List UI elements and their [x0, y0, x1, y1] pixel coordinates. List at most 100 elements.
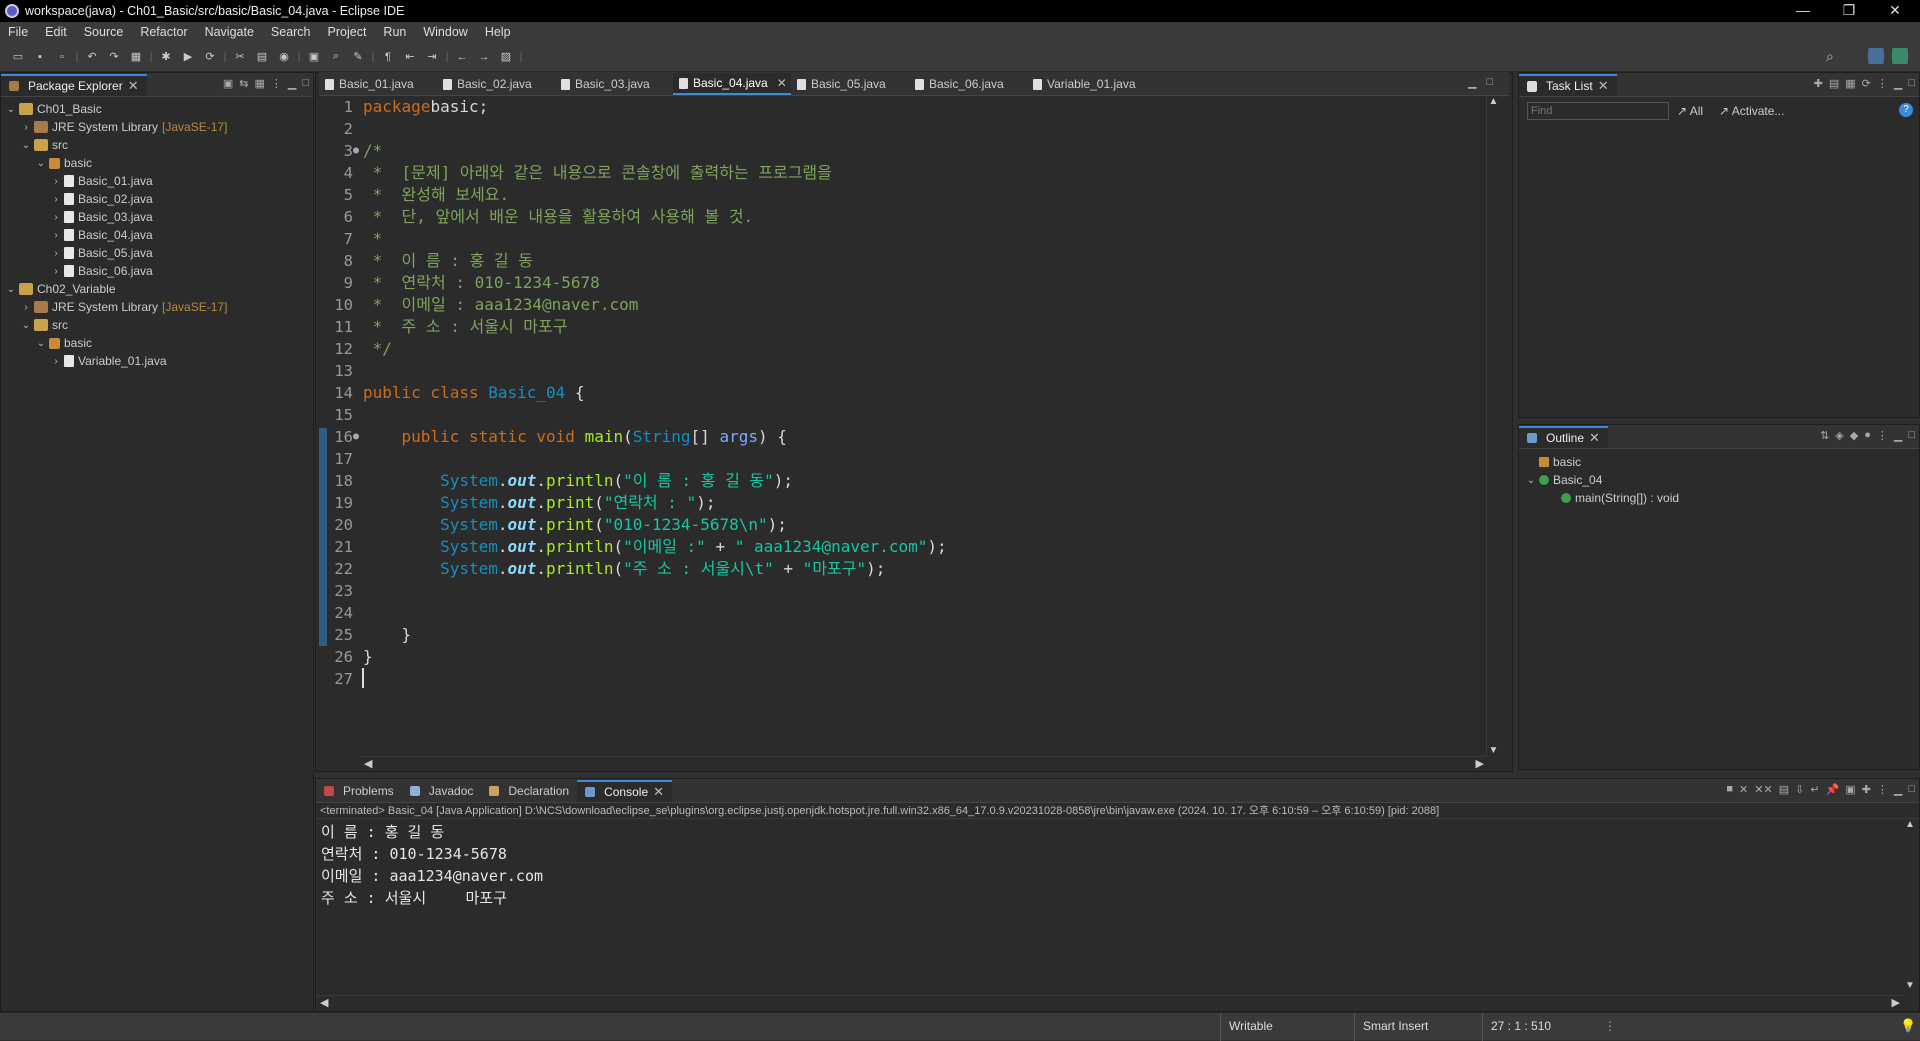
hide-nonpublic-icon[interactable]: ● — [1864, 429, 1871, 442]
new-icon[interactable]: ▭ — [8, 47, 28, 67]
all-filter-link[interactable]: ↗ All — [1677, 104, 1703, 118]
view-menu-icon[interactable]: ⋮ — [1877, 429, 1888, 442]
restore-button[interactable]: ❐ — [1826, 0, 1872, 22]
minimize-view-icon[interactable]: ▁ — [1468, 76, 1476, 89]
schedule-icon[interactable]: ▦ — [1845, 77, 1855, 90]
minimize-view-icon[interactable]: ▁ — [1894, 429, 1902, 442]
search-icon[interactable]: ⌕ — [326, 47, 346, 67]
categorize-icon[interactable]: ▤ — [1829, 77, 1839, 90]
expand-toggle-icon[interactable]: ⌄ — [20, 320, 32, 331]
minimize-view-icon[interactable]: ▁ — [1894, 783, 1902, 796]
close-icon[interactable]: ✕ — [128, 78, 139, 94]
expand-toggle-icon[interactable]: › — [50, 230, 62, 241]
debug-icon[interactable]: ✱ — [156, 47, 176, 67]
fold-marker-icon[interactable]: ● — [353, 140, 359, 162]
ext-tools-icon[interactable]: ✂ — [230, 47, 250, 67]
console-vscrollbar[interactable]: ▲ ▼ — [1903, 819, 1917, 991]
display-console-icon[interactable]: ▣ — [1845, 783, 1855, 796]
scroll-right-icon[interactable]: ▶ — [1892, 996, 1900, 1009]
tree-item[interactable]: › JRE System Library [JavaSE-17] — [1, 298, 313, 316]
expand-toggle-icon[interactable]: › — [50, 266, 62, 277]
menu-item-navigate[interactable]: Navigate — [197, 25, 263, 39]
scroll-up-icon[interactable]: ▲ — [1903, 819, 1917, 830]
back-icon[interactable]: ← — [452, 47, 472, 67]
tab-problems[interactable]: Problems — [316, 780, 402, 802]
tree-item[interactable]: › Basic_04.java — [1, 226, 313, 244]
maximize-view-icon[interactable]: □ — [1908, 77, 1915, 90]
run-ext-icon[interactable]: ⟳ — [200, 47, 220, 67]
minimize-view-icon[interactable]: ▁ — [1894, 77, 1902, 90]
prev-edit-icon[interactable]: ⇤ — [400, 47, 420, 67]
new-class-icon[interactable]: ◉ — [274, 47, 294, 67]
scroll-down-icon[interactable]: ▼ — [1903, 980, 1917, 991]
outline-item[interactable]: ⌄ Basic_04 — [1519, 471, 1919, 489]
java-perspective-icon[interactable] — [1892, 48, 1908, 64]
editor-tab[interactable]: Basic_05.java — [791, 73, 909, 95]
status-menu-icon[interactable]: ⋮ — [1604, 1019, 1616, 1033]
maximize-view-icon[interactable]: □ — [1486, 76, 1493, 89]
hide-fields-icon[interactable]: ◈ — [1835, 429, 1843, 442]
fold-marker-icon[interactable]: ● — [353, 426, 359, 448]
tab-package-explorer[interactable]: Package Explorer ✕ — [1, 74, 147, 96]
find-task-input[interactable] — [1527, 102, 1669, 120]
filter-icon[interactable]: ▦ — [254, 77, 264, 90]
expand-toggle-icon[interactable]: › — [50, 356, 62, 367]
scroll-up-icon[interactable]: ▲ — [1487, 96, 1500, 107]
perspective-icon[interactable] — [1868, 48, 1884, 64]
tree-item[interactable]: ⌄ Ch02_Variable — [1, 280, 313, 298]
pin-console-icon[interactable]: 📌 — [1826, 783, 1840, 796]
tab-declaration[interactable]: Declaration — [481, 780, 577, 802]
tab-console[interactable]: Console ✕ — [577, 780, 673, 802]
scroll-lock-icon[interactable]: ⇩ — [1795, 783, 1804, 796]
expand-toggle-icon[interactable]: ⌄ — [20, 140, 32, 151]
editor-tab[interactable]: Basic_01.java — [319, 73, 437, 95]
tree-item[interactable]: › Variable_01.java — [1, 352, 313, 370]
menu-item-project[interactable]: Project — [320, 25, 376, 39]
expand-toggle-icon[interactable]: › — [50, 212, 62, 223]
outline-item[interactable]: basic — [1519, 453, 1919, 471]
expand-toggle-icon[interactable]: ⌄ — [5, 104, 17, 115]
save-icon[interactable]: ▪ — [30, 47, 50, 67]
hide-static-icon[interactable]: ◆ — [1850, 429, 1858, 442]
toggle-mark-icon[interactable]: ✎ — [348, 47, 368, 67]
tree-item[interactable]: › Basic_03.java — [1, 208, 313, 226]
scroll-left-icon[interactable]: ◀ — [320, 996, 328, 1009]
tree-item[interactable]: › JRE System Library [JavaSE-17] — [1, 118, 313, 136]
expand-toggle-icon[interactable]: › — [50, 194, 62, 205]
save-all-icon[interactable]: ▫ — [52, 47, 72, 67]
next-edit-icon[interactable]: ⇥ — [422, 47, 442, 67]
tree-item[interactable]: › Basic_06.java — [1, 262, 313, 280]
expand-toggle-icon[interactable]: › — [20, 122, 32, 133]
new-task-icon[interactable]: ✚ — [1814, 77, 1823, 90]
tab-outline[interactable]: Outline ✕ — [1519, 426, 1608, 448]
expand-toggle-icon[interactable]: › — [50, 248, 62, 259]
minimize-view-icon[interactable]: ▁ — [288, 77, 296, 90]
expand-toggle-icon[interactable]: ⌄ — [1525, 475, 1537, 486]
console-output[interactable]: 이 름 : 홍 길 동 연락처 : 010-1234-5678 이메일 : aaa1… — [316, 819, 1919, 909]
undo-icon[interactable]: ↶ — [82, 47, 102, 67]
editor-tab[interactable]: Basic_02.java — [437, 73, 555, 95]
menu-item-source[interactable]: Source — [76, 25, 133, 39]
editor-tab[interactable]: Variable_01.java — [1027, 73, 1145, 95]
perspective-icon[interactable]: ▨ — [496, 47, 516, 67]
remove-all-icon[interactable]: ✕✕ — [1754, 783, 1772, 796]
minimize-button[interactable]: — — [1780, 0, 1826, 22]
sort-icon[interactable]: ⇅ — [1820, 429, 1829, 442]
horizontal-scrollbar[interactable]: ◀ ▶ — [362, 756, 1486, 770]
tree-item[interactable]: › Basic_01.java — [1, 172, 313, 190]
menu-item-help[interactable]: Help — [477, 25, 520, 39]
menu-item-file[interactable]: File — [0, 25, 37, 39]
menu-item-search[interactable]: Search — [263, 25, 320, 39]
forward-icon[interactable]: → — [474, 47, 494, 67]
maximize-view-icon[interactable]: □ — [302, 77, 309, 90]
menu-item-edit[interactable]: Edit — [37, 25, 76, 39]
view-menu-icon[interactable]: ⋮ — [271, 77, 282, 90]
link-editor-icon[interactable]: ⇆ — [239, 77, 248, 90]
search-icon[interactable]: ⌕ — [1826, 48, 1834, 65]
menu-item-run[interactable]: Run — [375, 25, 415, 39]
menu-item-window[interactable]: Window — [415, 25, 476, 39]
close-icon[interactable]: ✕ — [1598, 78, 1609, 94]
editor-tab[interactable]: Basic_04.java ✕ — [673, 73, 791, 95]
expand-toggle-icon[interactable]: ⌄ — [35, 338, 47, 349]
help-icon[interactable]: ? — [1899, 103, 1913, 117]
